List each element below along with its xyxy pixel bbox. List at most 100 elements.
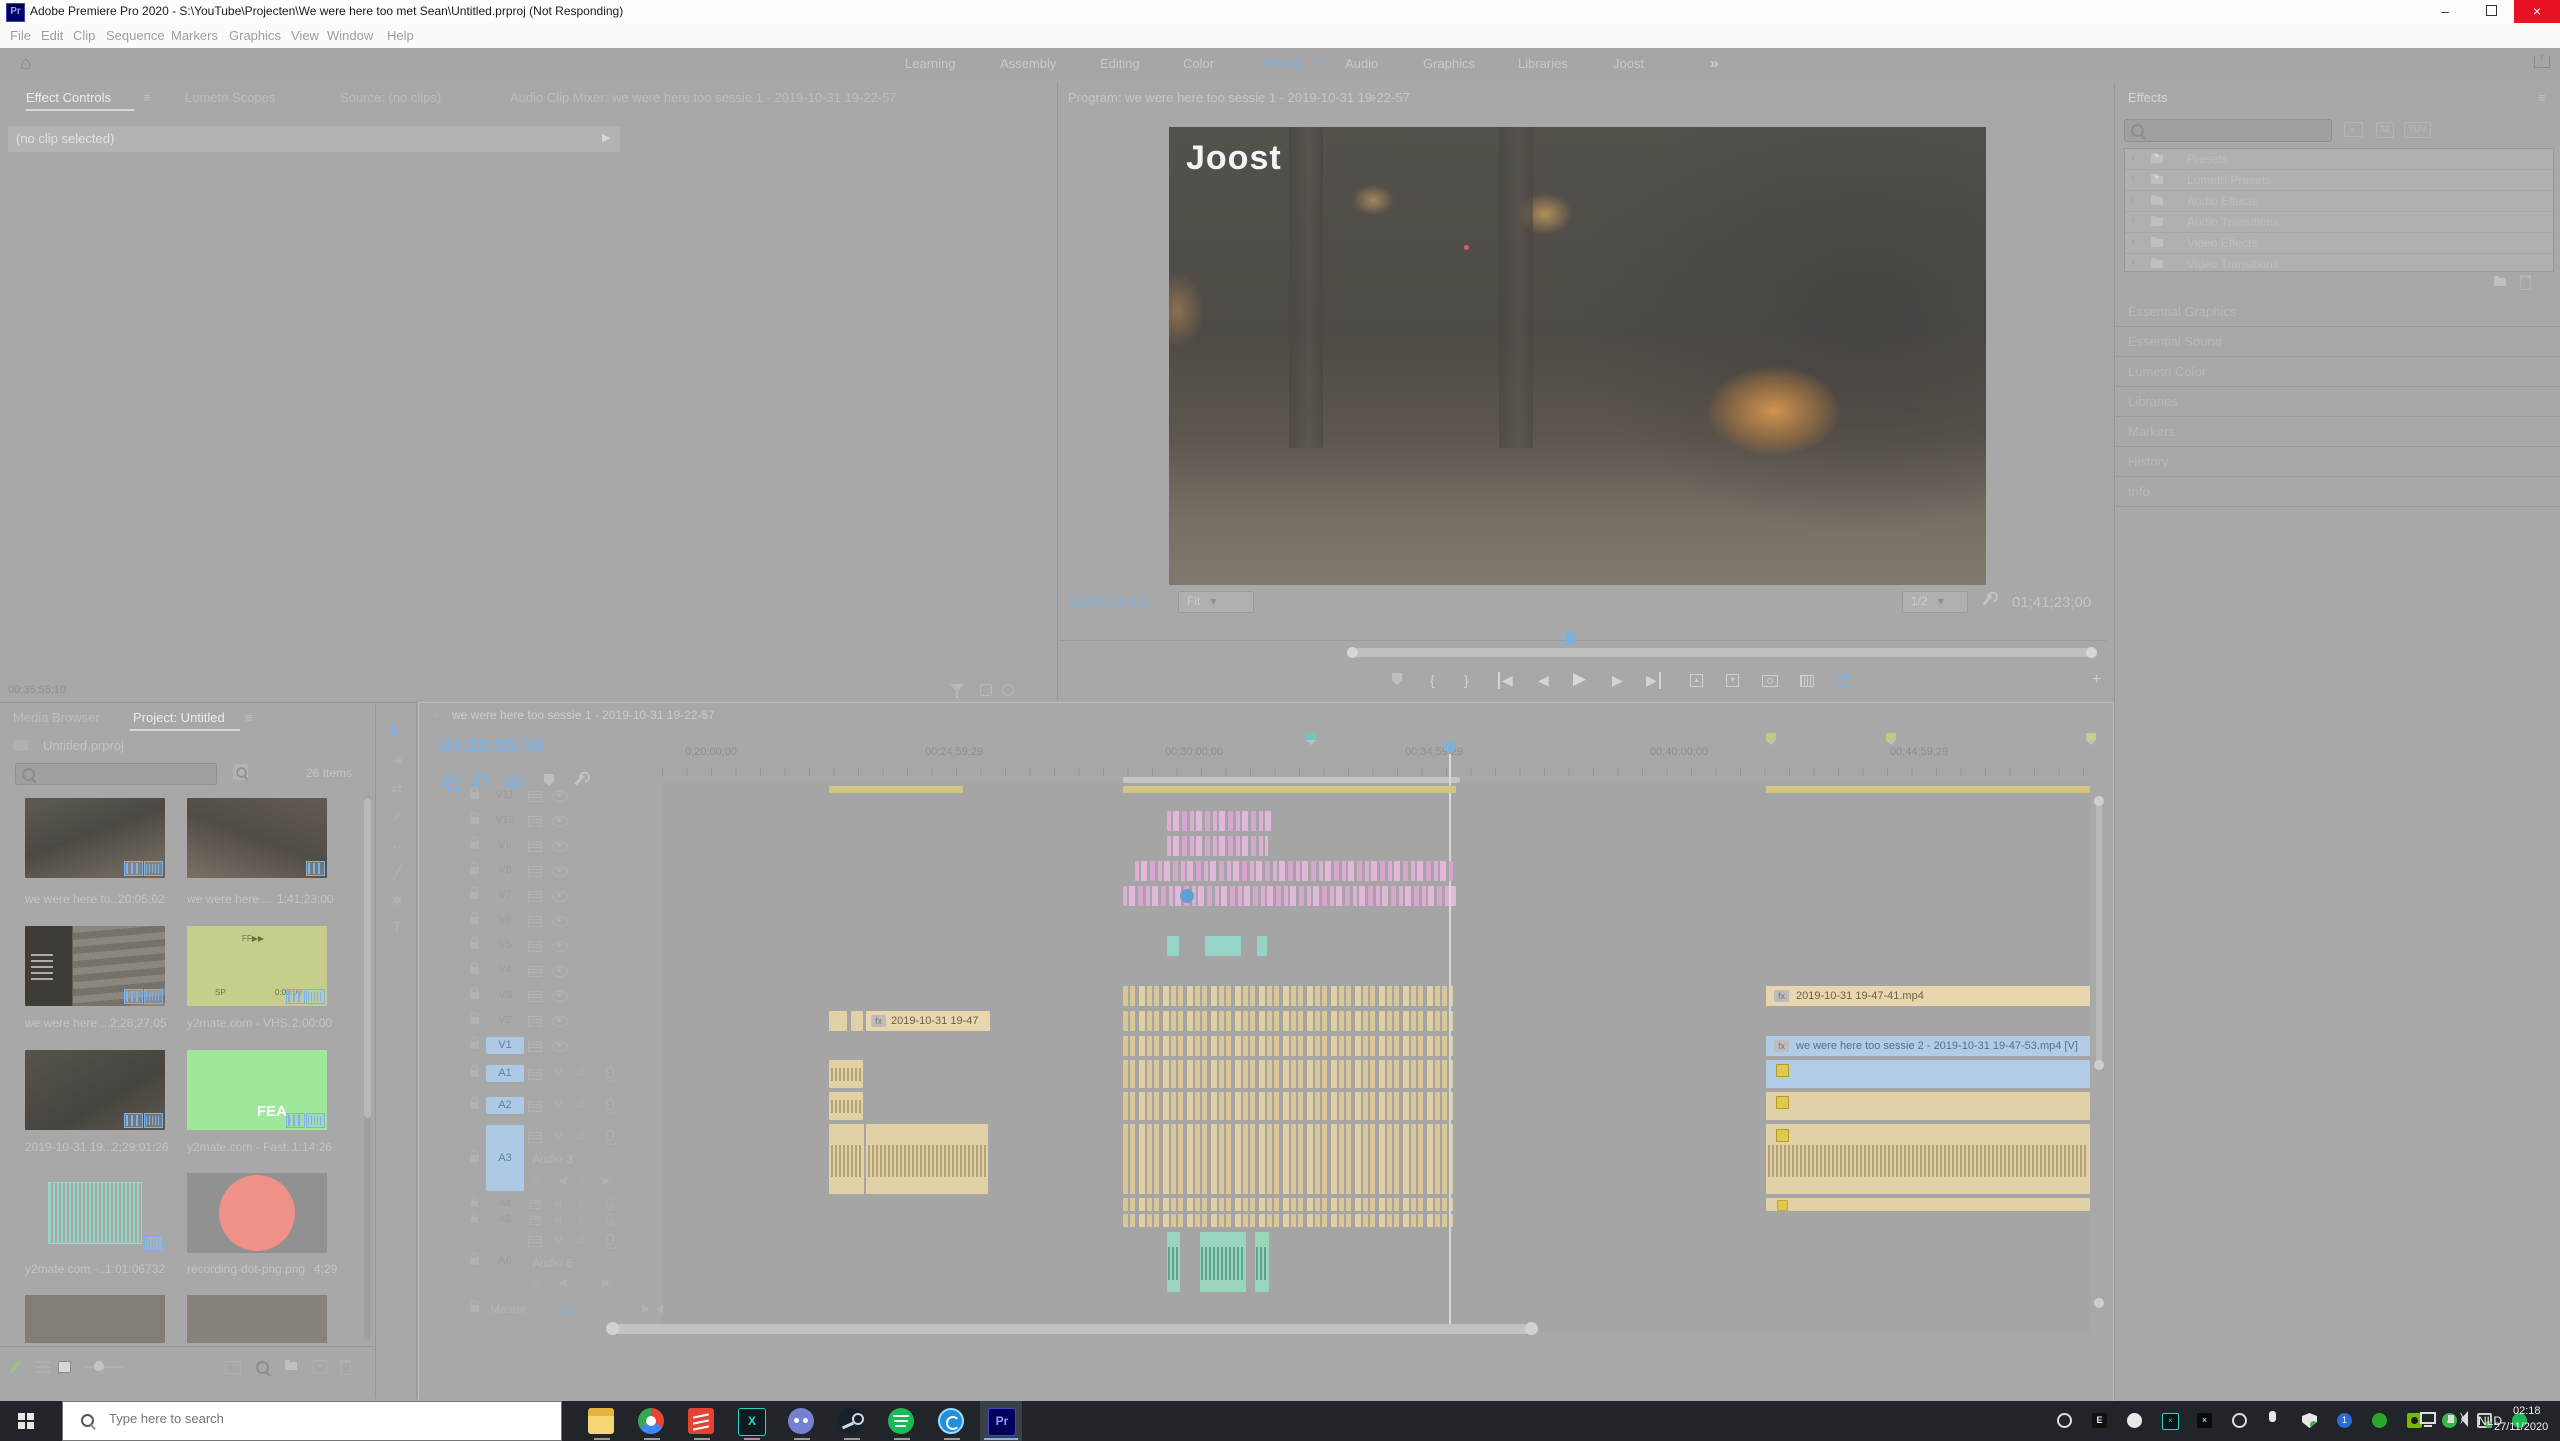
panel-essential-sound[interactable]: Essential Sound — [2116, 326, 2560, 357]
filter-icon[interactable] — [950, 684, 964, 692]
menu-markers[interactable]: Markers — [171, 28, 218, 43]
voiceover-mic-icon[interactable] — [606, 1067, 614, 1078]
panel-history[interactable]: History — [2116, 446, 2560, 477]
step-back-icon[interactable]: ◀ — [1538, 672, 1549, 689]
item-name[interactable]: 2019-10-31 19... — [25, 1140, 113, 1154]
eye-icon[interactable] — [552, 941, 568, 952]
timeline-tab-title[interactable]: we were here too sessie 1 - 2019-10-31 1… — [452, 708, 715, 722]
timeline-marker-icon[interactable] — [544, 774, 554, 781]
timeline-clip[interactable] — [1123, 1036, 1453, 1056]
project-item-thumbnail[interactable] — [187, 798, 327, 878]
lock-icon[interactable] — [470, 817, 479, 824]
lock-icon[interactable] — [470, 867, 479, 874]
track-chip[interactable]: A2 — [486, 1097, 524, 1114]
timeline-clip[interactable] — [1766, 786, 2090, 793]
search-bin-icon[interactable] — [233, 764, 248, 780]
timeline-clip[interactable] — [1123, 986, 1453, 1006]
lock-icon[interactable] — [470, 1042, 479, 1049]
panel-divider[interactable] — [2114, 82, 2115, 1399]
zoom-handle-right[interactable] — [2086, 647, 2097, 658]
tray-discord-icon[interactable] — [2127, 1413, 2142, 1428]
type-tool-icon[interactable]: T — [388, 918, 406, 936]
timeline-menu-icon[interactable]: ≡ — [700, 708, 707, 722]
project-item-thumbnail[interactable]: FEA — [187, 1050, 327, 1130]
x-app-icon[interactable]: X — [738, 1408, 766, 1436]
sequence-marker-green[interactable] — [1886, 733, 1896, 740]
menu-graphics[interactable]: Graphics — [229, 28, 281, 43]
loop-playback-icon[interactable] — [1838, 674, 1852, 688]
eye-icon[interactable] — [552, 1041, 568, 1052]
lock-icon[interactable] — [470, 992, 479, 999]
new-custom-bin-icon[interactable] — [2494, 278, 2506, 286]
solo-button[interactable]: S — [578, 1066, 585, 1078]
source-patch-icon[interactable] — [529, 1200, 540, 1209]
tab-lumetri-scopes[interactable]: Lumetri Scopes — [185, 90, 275, 105]
new-item-icon[interactable]: + — [313, 1360, 327, 1374]
timeline-clip-v3[interactable]: fx 2019-10-31 19-47-41.mp4 — [1766, 986, 2090, 1006]
source-patch-icon[interactable] — [528, 791, 542, 802]
mute-button[interactable]: M — [554, 1199, 562, 1209]
mute-button[interactable]: M — [554, 1130, 563, 1142]
eye-icon[interactable] — [552, 866, 568, 877]
project-item-thumbnail[interactable] — [25, 1295, 165, 1343]
eye-icon[interactable] — [552, 991, 568, 1002]
panel-info[interactable]: Info — [2116, 476, 2560, 507]
track-chip[interactable]: A6 — [486, 1231, 524, 1291]
workspace-menu-icon[interactable]: ≡ — [1313, 56, 1321, 71]
pen-tool-icon[interactable]: ╱ — [388, 864, 406, 882]
track-chip[interactable]: A5 — [486, 1213, 524, 1226]
voiceover-mic-icon[interactable] — [606, 1234, 614, 1245]
lock-icon[interactable] — [470, 942, 479, 949]
tray-epic-icon[interactable]: E — [2092, 1413, 2107, 1428]
timeline-clip-v1[interactable]: fx we were here too sessie 2 - 2019-10-3… — [1766, 1036, 2090, 1056]
track-header-a4[interactable]: A4MS — [420, 1196, 662, 1212]
solo-button[interactable]: S — [578, 1199, 584, 1209]
up-one-level-icon[interactable] — [13, 740, 28, 751]
menu-view[interactable]: View — [291, 28, 319, 43]
mark-out-icon[interactable]: } — [1464, 672, 1469, 688]
sequence-marker-green[interactable] — [1766, 733, 1776, 740]
tray-creative-cloud-icon[interactable] — [2232, 1413, 2247, 1428]
source-patch-icon[interactable] — [528, 1041, 542, 1052]
track-chip[interactable]: V9 — [486, 837, 524, 854]
spotify-icon[interactable] — [888, 1408, 914, 1434]
solo-button[interactable]: S — [578, 1234, 585, 1246]
badge-yuv[interactable]: YUV — [2404, 122, 2431, 138]
source-patch-icon[interactable] — [528, 941, 542, 952]
effects-search-input[interactable] — [2124, 119, 2332, 142]
work-area-bar[interactable] — [1123, 777, 1460, 783]
source-patch-icon[interactable] — [528, 1069, 542, 1080]
go-to-out-icon[interactable]: ▶ — [1646, 672, 1661, 689]
panel-divider[interactable] — [375, 704, 376, 1399]
source-patch-icon[interactable] — [528, 841, 542, 852]
timeline-clip[interactable] — [1123, 1011, 1453, 1031]
add-button-icon[interactable]: + — [2092, 671, 2101, 689]
program-scrubber-track[interactable] — [1060, 640, 2106, 641]
track-chip[interactable]: V11 — [486, 787, 524, 804]
project-item-thumbnail[interactable] — [187, 1173, 327, 1253]
timeline-clip[interactable] — [1123, 886, 1456, 906]
icon-view-icon[interactable] — [58, 1361, 71, 1373]
track-header-v1[interactable]: V1 — [420, 1033, 662, 1058]
file-explorer-icon[interactable] — [588, 1408, 614, 1434]
source-patch-icon[interactable] — [528, 966, 542, 977]
item-name[interactable]: we were here ... — [25, 1016, 110, 1030]
project-item-thumbnail[interactable]: FF▶▶ SP 0:00:00 — [187, 926, 327, 1006]
timeline-audio-clip[interactable] — [1766, 1060, 2090, 1088]
delete-icon[interactable] — [2520, 275, 2531, 290]
v-scroll-handle-top[interactable] — [2094, 796, 2104, 806]
track-chip[interactable]: V5 — [486, 937, 524, 954]
timeline-clip[interactable] — [1167, 836, 1268, 856]
program-timecode[interactable]: 00;35;55;10 — [1068, 594, 1147, 611]
project-item-thumbnail[interactable] — [187, 1295, 327, 1343]
item-name[interactable]: y2mate.com - Fast... — [187, 1140, 296, 1154]
icue-icon[interactable] — [938, 1408, 964, 1434]
timeline-audio-clip[interactable] — [829, 1060, 863, 1088]
track-chip[interactable]: V4 — [486, 962, 524, 979]
prev-keyframe-icon[interactable]: ◀ — [558, 1174, 566, 1187]
next-keyframe-icon[interactable]: ▶ — [602, 1276, 610, 1289]
effects-tree-item[interactable]: ›Video Transitions — [2125, 254, 2553, 275]
start-button[interactable] — [18, 1413, 34, 1429]
menu-clip[interactable]: Clip — [73, 28, 95, 43]
source-patch-icon[interactable] — [528, 1236, 542, 1247]
